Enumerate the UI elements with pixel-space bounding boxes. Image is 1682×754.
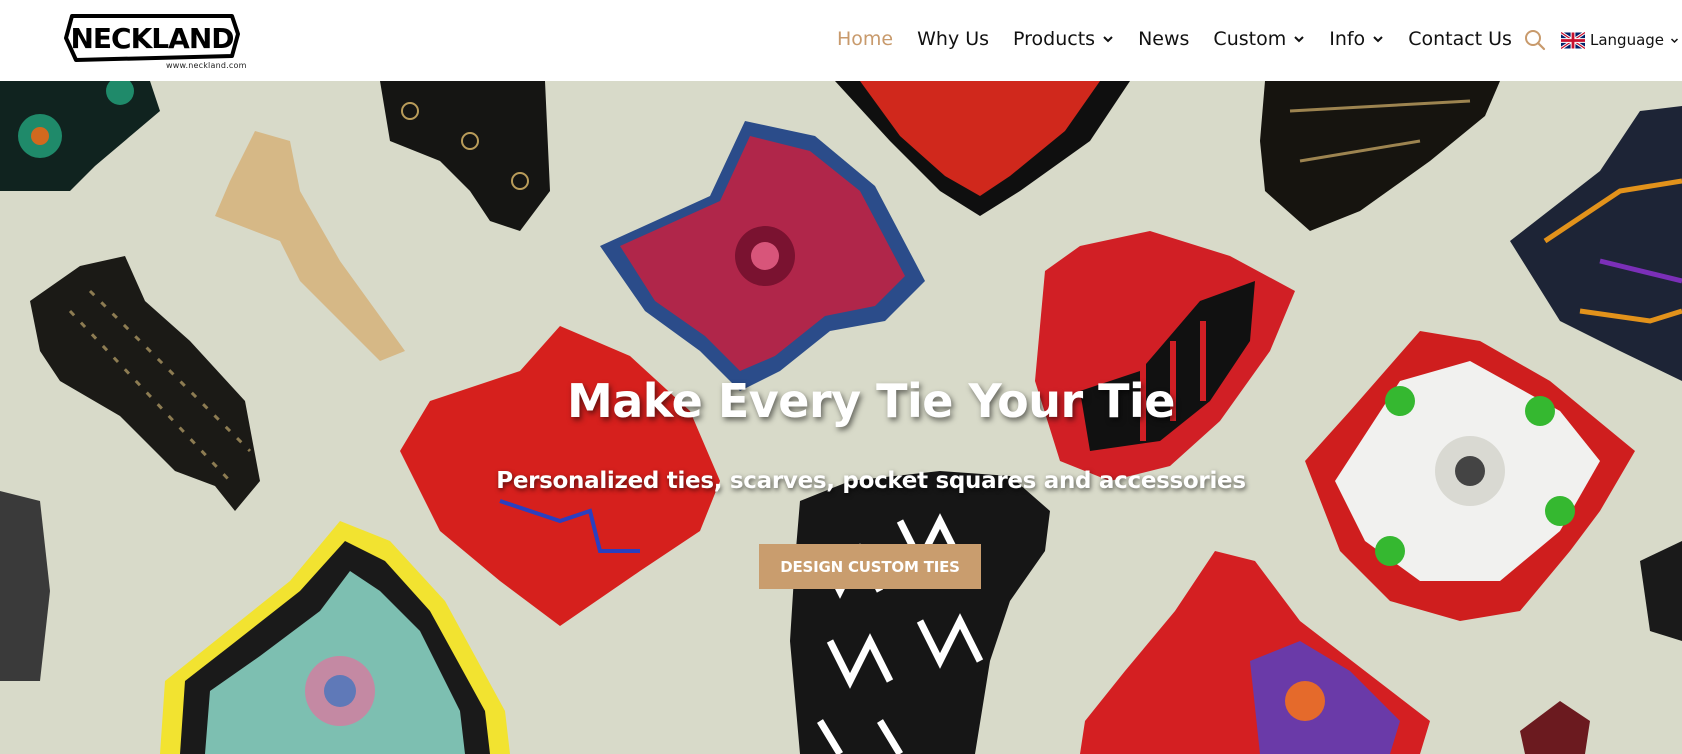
nav-news[interactable]: News: [1138, 28, 1189, 50]
logo-url: www.neckland.com: [166, 61, 247, 70]
scarf-image: [0, 81, 160, 191]
nav-custom-label: Custom: [1213, 28, 1287, 50]
chevron-down-icon: [1373, 36, 1383, 43]
chevron-down-icon: [1671, 37, 1679, 43]
main-nav: Home Why Us Products News Custom Info Co…: [837, 24, 1536, 54]
pocket-square-image: [1510, 106, 1682, 381]
nav-products-label: Products: [1013, 28, 1096, 50]
neckland-logo[interactable]: NECKLAND www.neckland.com: [64, 8, 246, 74]
hero-banner: Make Every Tie Your Tie Personalized tie…: [0, 81, 1682, 754]
search-icon[interactable]: [1523, 28, 1547, 52]
pocket-square-image: [600, 121, 925, 391]
nav-why-us-label: Why Us: [917, 28, 990, 50]
nav-info-label: Info: [1329, 28, 1366, 50]
design-custom-ties-button[interactable]: DESIGN CUSTOM TIES: [759, 544, 981, 589]
scarf-image: [1260, 81, 1500, 231]
pocket-square-image: [160, 521, 510, 754]
nav-home-label: Home: [837, 28, 894, 50]
uk-flag-icon: [1561, 31, 1585, 49]
language-label: Language: [1590, 31, 1665, 49]
scarf-image: [1035, 231, 1295, 481]
nav-news-label: News: [1138, 28, 1190, 50]
nav-why-us[interactable]: Why Us: [917, 28, 989, 50]
nav-products[interactable]: Products: [1013, 28, 1114, 50]
nav-home[interactable]: Home: [837, 28, 893, 50]
nav-contact-us-label: Contact Us: [1408, 28, 1512, 50]
hero-subtitle: Personalized ties, scarves, pocket squar…: [496, 468, 1246, 494]
tie-image: [215, 131, 405, 361]
nav-custom[interactable]: Custom: [1213, 28, 1305, 50]
site-header: NECKLAND www.neckland.com Home Why Us Pr…: [0, 0, 1682, 81]
tie-image: [380, 81, 550, 231]
logo-wordmark: NECKLAND: [71, 22, 234, 55]
hero-title: Make Every Tie Your Tie: [566, 374, 1176, 428]
chevron-down-icon: [1103, 36, 1113, 43]
nav-contact-us[interactable]: Contact Us: [1408, 28, 1512, 50]
language-selector[interactable]: Language: [1561, 29, 1679, 51]
chevron-down-icon: [1294, 36, 1304, 43]
nav-info[interactable]: Info: [1329, 28, 1384, 50]
scarf-image: [790, 471, 1050, 754]
